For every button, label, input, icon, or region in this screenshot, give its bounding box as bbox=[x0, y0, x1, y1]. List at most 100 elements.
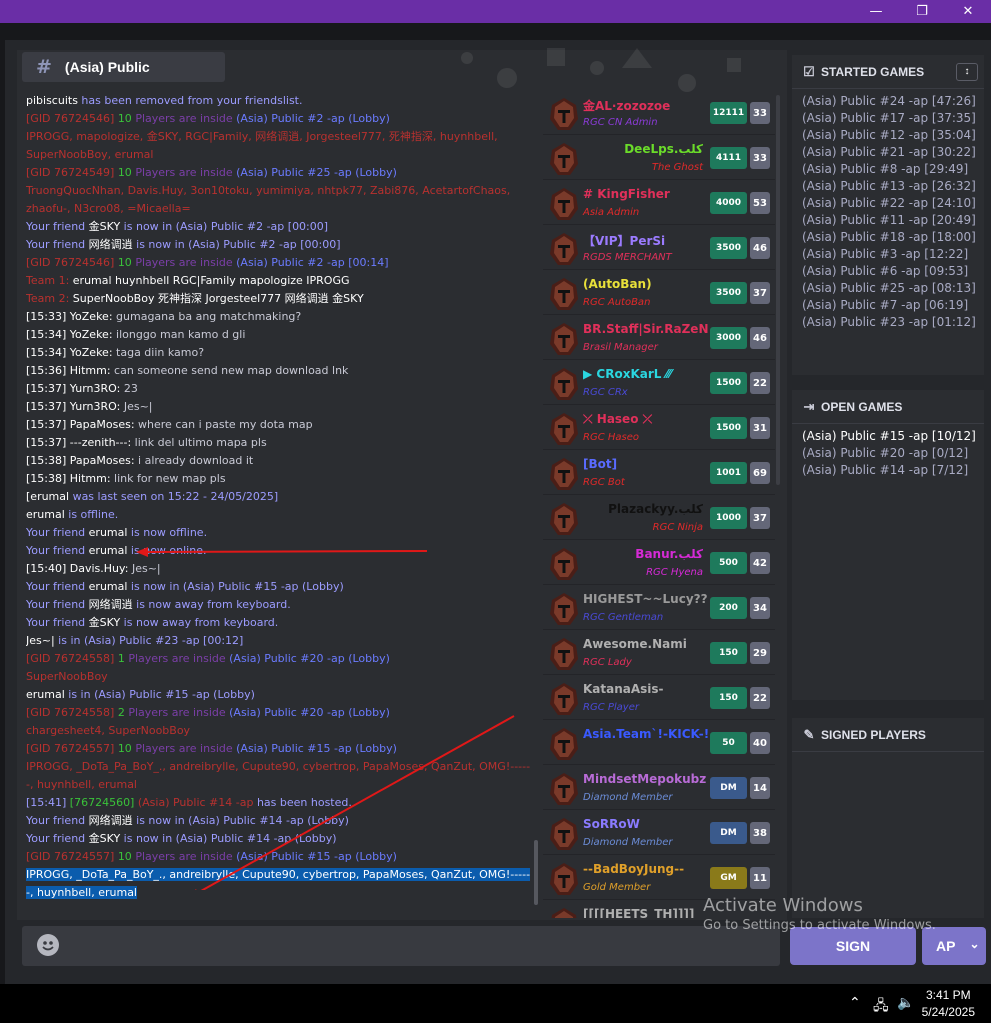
network-icon[interactable]: 🖧 bbox=[873, 995, 889, 1019]
player-score-badge: 50 bbox=[710, 732, 747, 754]
chat-segment: Players are inside bbox=[135, 256, 237, 269]
player-name: BR.Staff|Sir.RaZeN bbox=[583, 322, 709, 336]
chat-message: IPROGG, _DoTa_Pa_BoY_., andreibrylle, Cu… bbox=[26, 758, 536, 794]
chat-input[interactable] bbox=[22, 926, 780, 966]
player-row[interactable]: Asia.Team`!-KICK-! 50 40 bbox=[543, 722, 775, 765]
player-row[interactable]: BR.Staff|Sir.RaZeN Brasil Manager 3000 46 bbox=[543, 317, 775, 360]
player-row[interactable]: (AutoBan) RGC AutoBan 3500 37 bbox=[543, 272, 775, 315]
player-list-scrollbar[interactable] bbox=[776, 95, 780, 485]
player-row[interactable]: Awesome.Nami RGC Lady 150 29 bbox=[543, 632, 775, 675]
game-list-item[interactable]: (Asia) Public #18 -ap [18:00] bbox=[802, 229, 984, 246]
ap-label: AP bbox=[936, 938, 956, 954]
player-row[interactable]: MindsetMepokubz Diamond Member DM 14 bbox=[543, 767, 775, 810]
game-list-item[interactable]: (Asia) Public #7 -ap [06:19] bbox=[802, 297, 984, 314]
game-list-item[interactable]: (Asia) Public #14 -ap [7/12] bbox=[802, 462, 984, 479]
sort-icon[interactable]: ↕ bbox=[956, 62, 978, 81]
player-avatar-icon bbox=[550, 818, 578, 850]
player-score-badge: 1001 bbox=[710, 462, 747, 484]
chat-scroll-thumb[interactable] bbox=[534, 840, 538, 905]
game-list-item[interactable]: (Asia) Public #13 -ap [26:32] bbox=[802, 178, 984, 195]
chat-segment: (Asia) Public #20 -ap (Lobby) bbox=[229, 652, 390, 665]
player-row[interactable]: DeeLps.كلب The Ghost 4111 33 bbox=[543, 137, 775, 180]
chat-segment: Your friend bbox=[26, 616, 89, 629]
game-list-item[interactable]: (Asia) Public #20 -ap [0/12] bbox=[802, 445, 984, 462]
taskbar: ⌃ 🖧 🔈 3:41 PM 5/24/2025 bbox=[0, 984, 991, 1023]
chat-segment: [15:36] Hitmm: bbox=[26, 364, 111, 377]
chat-segment: 网络调逍 bbox=[88, 814, 133, 827]
player-level-badge: 31 bbox=[750, 417, 770, 439]
chat-segment: (Asia) Public #14 -ap bbox=[137, 796, 254, 809]
chat-segment: link del ultimo mapa pls bbox=[131, 436, 267, 449]
player-row[interactable]: 金AL·zozozoe RGC CN Admin 12111 33 bbox=[543, 92, 775, 135]
chat-segment: erumal bbox=[26, 688, 65, 701]
player-row[interactable]: 【VIP】PerSi RGDS MERCHANT 3500 46 bbox=[543, 227, 775, 270]
game-list-item[interactable]: (Asia) Public #25 -ap [08:13] bbox=[802, 280, 984, 297]
player-role: RGDS MERCHANT bbox=[583, 252, 672, 263]
chat-segment: is now in (Asia) Public #15 -ap (Lobby) bbox=[127, 580, 344, 593]
chat-segment: is now in (Asia) Public #14 -ap (Lobby) bbox=[132, 814, 349, 827]
chevron-up-icon[interactable]: ⌃ bbox=[849, 995, 861, 1011]
player-row[interactable]: Plazackyy.كلب RGC Ninja 1000 37 bbox=[543, 497, 775, 540]
chat-segment: (Asia) Public #2 -ap (Lobby) bbox=[236, 112, 390, 125]
player-row[interactable]: # KingFisher Asia Admin 4000 53 bbox=[543, 182, 775, 225]
player-row[interactable]: [Bot] RGC Bot 1001 69 bbox=[543, 452, 775, 495]
player-name: Banur.كلب bbox=[635, 547, 703, 561]
chat-segment: has been hosted. bbox=[253, 796, 352, 809]
game-list-item[interactable]: (Asia) Public #17 -ap [37:35] bbox=[802, 110, 984, 127]
player-row[interactable]: ▶ CRoxKarL ⁄⁄⁄ RGC CRx 1500 22 bbox=[543, 362, 775, 405]
player-row[interactable]: --BadBoyJung-- Gold Member GM 11 bbox=[543, 857, 775, 900]
chat-scrollbar[interactable] bbox=[534, 95, 538, 915]
close-button[interactable]: ✕ bbox=[945, 0, 991, 23]
player-row[interactable]: KatanaAsis- RGC Player 150 22 bbox=[543, 677, 775, 720]
game-list-item[interactable]: (Asia) Public #6 -ap [09:53] bbox=[802, 263, 984, 280]
emoji-icon[interactable] bbox=[37, 934, 59, 956]
game-list-item[interactable]: (Asia) Public #12 -ap [35:04] bbox=[802, 127, 984, 144]
chat-segment: Your friend bbox=[26, 220, 89, 233]
player-avatar-icon bbox=[550, 503, 578, 535]
game-list-item[interactable]: (Asia) Public #3 -ap [12:22] bbox=[802, 246, 984, 263]
game-list-item[interactable]: (Asia) Public #15 -ap [10/12] bbox=[802, 428, 984, 445]
chat-segment: Jes~| bbox=[120, 400, 153, 413]
player-role: RGC AutoBan bbox=[583, 297, 651, 308]
chat-segment: Your friend bbox=[26, 814, 89, 827]
chat-message: [GID 76724549] 10 Players are inside (As… bbox=[26, 164, 536, 182]
restore-button[interactable]: ❐ bbox=[899, 0, 945, 23]
player-score-badge: GM bbox=[710, 867, 747, 889]
chat-segment: where can i paste my dota map bbox=[134, 418, 313, 431]
chat-segment: IPROGG, mapologize, 金SKY, RGC|Family, 网络… bbox=[26, 130, 498, 161]
player-row[interactable]: HIGHEST~~Lucy?? RGC Gentleman 200 34 bbox=[543, 587, 775, 630]
chat-segment: [15:33] YoZeke: bbox=[26, 310, 113, 323]
chat-segment: Your friend bbox=[26, 526, 89, 539]
game-list-item[interactable]: (Asia) Public #23 -ap [01:12] bbox=[802, 314, 984, 331]
chat-segment: (Asia) Public #2 -ap [00:14] bbox=[236, 256, 389, 269]
player-name: ⤫ Haseo ⤫ bbox=[583, 412, 653, 426]
player-row[interactable]: SoRRoW Diamond Member DM 38 bbox=[543, 812, 775, 855]
system-clock[interactable]: 3:41 PM 5/24/2025 bbox=[922, 987, 975, 1021]
game-list-item[interactable]: (Asia) Public #24 -ap [47:26] bbox=[802, 93, 984, 110]
open-games-header: ⇥ OPEN GAMES bbox=[792, 390, 984, 424]
player-avatar-icon bbox=[550, 143, 578, 175]
player-row[interactable]: ⤫ Haseo ⤫ RGC Haseo 1500 31 bbox=[543, 407, 775, 450]
player-avatar-icon bbox=[550, 233, 578, 265]
chat-segment: 10 bbox=[117, 112, 136, 125]
game-list-item[interactable]: (Asia) Public #11 -ap [20:49] bbox=[802, 212, 984, 229]
player-list[interactable]: 金AL·zozozoe RGC CN Admin 12111 33 DeeLps.كلب… bbox=[543, 92, 781, 918]
game-list-item[interactable]: (Asia) Public #21 -ap [30:22] bbox=[802, 144, 984, 161]
chat-message: erumal is offline. bbox=[26, 506, 536, 524]
chat-segment: [15:37] ---zenith---: bbox=[26, 436, 132, 449]
player-role: Diamond Member bbox=[583, 837, 673, 848]
chat-log[interactable]: pibiscuits has been removed from your fr… bbox=[26, 92, 536, 918]
game-list-item[interactable]: (Asia) Public #22 -ap [24:10] bbox=[802, 195, 984, 212]
player-row[interactable]: Banur.كلب RGC Hyena 500 42 bbox=[543, 542, 775, 585]
player-avatar-icon bbox=[550, 458, 578, 490]
game-list-item[interactable]: (Asia) Public #8 -ap [29:49] bbox=[802, 161, 984, 178]
chat-segment: [15:34] YoZeke: bbox=[26, 328, 113, 341]
volume-icon[interactable]: 🔈 bbox=[897, 995, 914, 1011]
chat-segment: can someone send new map download lnk bbox=[110, 364, 349, 377]
chat-message: [GID 76724558] 1 Players are inside (Asi… bbox=[26, 650, 536, 668]
player-role: RGC Lady bbox=[583, 657, 632, 668]
chat-segment: [GID 76724557] bbox=[26, 850, 118, 863]
minimize-button[interactable]: — bbox=[853, 0, 899, 23]
player-level-badge: 42 bbox=[750, 552, 770, 574]
chat-segment: erumal bbox=[88, 580, 128, 593]
